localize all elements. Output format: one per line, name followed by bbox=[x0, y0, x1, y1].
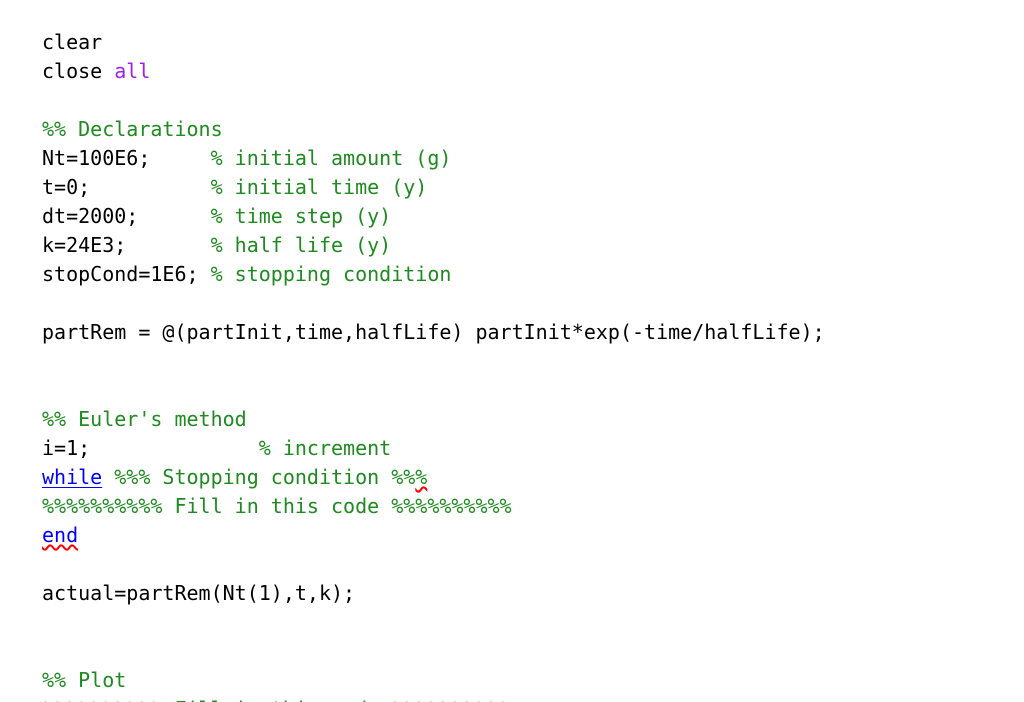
code-line[interactable]: while %%% Stopping condition %%% bbox=[42, 463, 825, 492]
code-token-comment: % increment bbox=[258, 436, 392, 460]
code-token-plain: i=1; bbox=[42, 436, 259, 460]
code-line[interactable]: i=1; % increment bbox=[42, 434, 825, 463]
matlab-editor-surface[interactable]: clear close all %% Declarations Nt=100E6; … bbox=[0, 0, 1024, 702]
code-token-plain: t=0; bbox=[42, 175, 211, 199]
code-token-comment: % initial time (y) bbox=[210, 175, 428, 199]
code-line-blank[interactable] bbox=[42, 608, 825, 637]
code-line[interactable]: clear bbox=[42, 28, 825, 57]
code-token-keyword: end bbox=[42, 523, 79, 547]
code-line[interactable]: close all bbox=[42, 57, 825, 86]
code-line[interactable]: %% Declarations bbox=[42, 115, 825, 144]
code-token-plain: k=24E3; bbox=[42, 233, 211, 257]
code-line[interactable]: actual=partRem(Nt(1),t,k); bbox=[42, 579, 825, 608]
code-token-plain: stopCond=1E6; bbox=[42, 262, 211, 286]
code-token-comment: % stopping condition bbox=[210, 262, 452, 286]
code-line[interactable]: k=24E3; % half life (y) bbox=[42, 231, 825, 260]
code-token-plain: partRem = @(partInit,time,halfLife) part… bbox=[42, 320, 825, 344]
code-token-plain: clear bbox=[42, 30, 103, 54]
code-token-comment: % half life (y) bbox=[210, 233, 392, 257]
code-line[interactable]: %% Plot bbox=[42, 666, 825, 695]
code-token-plain: dt=2000; bbox=[42, 204, 211, 228]
code-line-blank[interactable] bbox=[42, 637, 825, 666]
code-token-comment: %%% Stopping condition %% bbox=[114, 465, 416, 489]
code-line[interactable]: %% Euler's method bbox=[42, 405, 825, 434]
code-listing[interactable]: clear close all %% Declarations Nt=100E6; … bbox=[42, 28, 825, 702]
code-token-plain: actual=partRem(Nt(1),t,k); bbox=[42, 581, 356, 605]
code-line-blank[interactable] bbox=[42, 289, 825, 318]
code-line[interactable]: partRem = @(partInit,time,halfLife) part… bbox=[42, 318, 825, 347]
code-line[interactable]: %%%%%%%%%% Fill in this code %%%%%%%%%% bbox=[42, 695, 825, 702]
code-token-comment: % bbox=[415, 465, 428, 489]
code-line[interactable]: end bbox=[42, 521, 825, 550]
code-token-plain: close bbox=[42, 59, 115, 83]
code-token-comment: %%%%%%%%%% Fill in this code %%%%%%%%%% bbox=[42, 494, 512, 518]
code-line[interactable]: Nt=100E6; % initial amount (g) bbox=[42, 144, 825, 173]
code-token-comment: %%%%%%%%%% Fill in this code %%%%%%%%%% bbox=[42, 697, 512, 702]
code-line[interactable]: %%%%%%%%%% Fill in this code %%%%%%%%%% bbox=[42, 492, 825, 521]
code-token-comment: %% Plot bbox=[42, 668, 127, 692]
code-token-keyword: while bbox=[42, 465, 103, 489]
code-token-comment: % time step (y) bbox=[210, 204, 392, 228]
code-token-comment: % initial amount (g) bbox=[210, 146, 452, 170]
code-line-blank[interactable] bbox=[42, 550, 825, 579]
code-line[interactable]: dt=2000; % time step (y) bbox=[42, 202, 825, 231]
code-line-blank[interactable] bbox=[42, 376, 825, 405]
code-token-string: all bbox=[114, 59, 151, 83]
code-token-comment: %% Declarations bbox=[42, 117, 223, 141]
code-line-blank[interactable] bbox=[42, 86, 825, 115]
code-token-comment: %% Euler's method bbox=[42, 407, 247, 431]
code-line[interactable]: stopCond=1E6; % stopping condition bbox=[42, 260, 825, 289]
code-token-plain: Nt=100E6; bbox=[42, 146, 211, 170]
code-line-blank[interactable] bbox=[42, 347, 825, 376]
code-line[interactable]: t=0; % initial time (y) bbox=[42, 173, 825, 202]
